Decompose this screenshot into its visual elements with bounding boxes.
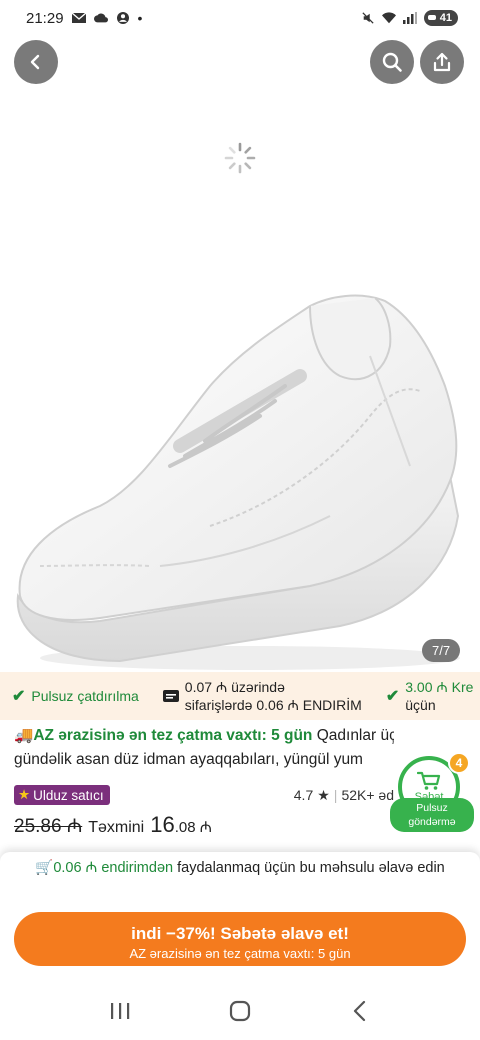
white-sneaker-image (16, 294, 460, 670)
product-title[interactable]: 🚚AZ ərazisinə ən tez çatma vaxtı: 5 gün … (14, 724, 394, 772)
current-price: 16.08 ₼ (150, 812, 212, 838)
recents-icon (111, 1003, 130, 1019)
status-right: 41 (361, 10, 458, 26)
home-button[interactable] (220, 991, 260, 1031)
discount-rest: faydalanmaq üçün bu məhsulu əlavə edin (173, 860, 445, 876)
seller-rating-row: ★ Ulduz satıcı 4.7 ★ | 52K+ əd (14, 784, 394, 806)
mail-icon (71, 12, 86, 23)
price-decimal: .08 ₼ (174, 819, 212, 836)
cart-icon (417, 771, 441, 790)
loading-spinner-icon (224, 142, 256, 174)
perk-credit-text: 3.00 ₼ Kre üçün (405, 678, 473, 714)
discount-amount: 0.06 ₼ endirimdən (53, 860, 174, 876)
account-icon (116, 12, 129, 24)
cloud-icon (93, 13, 108, 23)
ticket-icon (162, 690, 179, 702)
perk-discount-line2: sifarişlərdə 0.06 ₼ ENDIRİM (184, 697, 362, 713)
product-title-part1: Qadınlar üçün (316, 727, 394, 744)
chevron-left-icon (30, 54, 40, 70)
price-row: 25.86 ₼ Təxmini 16.08 ₼ (14, 812, 354, 842)
search-icon (382, 52, 402, 72)
delivery-truck-icon: 🚚 (14, 727, 34, 744)
share-icon (433, 52, 451, 72)
cart-plus-icon: 🛒 (35, 860, 54, 876)
signal-icon (402, 12, 417, 24)
rating-divider: | (333, 787, 338, 803)
recents-button[interactable] (100, 991, 140, 1031)
image-counter: 7/7 (422, 639, 461, 662)
estimated-label: Təxmini (88, 819, 145, 836)
discount-note: 🛒0.06 ₼ endirimdən faydalanmaq üçün bu m… (20, 858, 460, 879)
status-bar: 21:29 • 41 (0, 0, 480, 36)
product-title-line1: 🚚AZ ərazisinə ən tez çatma vaxtı: 5 gün … (14, 724, 394, 748)
add-to-cart-sub-label: AZ ərazisinə ən tez çatma vaxtı: 5 gün (129, 946, 351, 961)
add-to-cart-main-label: indi −37%! Səbətə əlavə et! (131, 924, 349, 943)
system-nav-bar (0, 982, 480, 1040)
perk-credit-line2: üçün (405, 697, 436, 713)
perks-strip[interactable]: ✔ Pulsuz çatdırılma 0.07 ₼ üzərində sifa… (0, 672, 480, 720)
back-button[interactable] (14, 40, 58, 84)
perk-credit-line1: 3.00 ₼ Kre (405, 679, 474, 695)
perk-free-delivery-label: Pulsuz çatdırılma (31, 688, 139, 704)
floating-cart-button[interactable]: Səbət 4 Pulsuz göndərmə (390, 752, 474, 832)
delivery-time-label: AZ ərazisinə ən tez çatma vaxtı: 5 gün (33, 727, 313, 744)
star-seller-label: Ulduz satıcı (33, 787, 104, 803)
price-integer: 16 (150, 812, 175, 837)
search-button[interactable] (370, 40, 414, 84)
free-shipping-line1: Pulsuz (416, 802, 448, 814)
perk-free-delivery[interactable]: ✔ Pulsuz çatdırılma (0, 672, 151, 720)
rating-summary[interactable]: 4.7 ★ | 52K+ əd (294, 787, 394, 804)
product-page: 21:29 • 41 7/7 ✔ Pulsuz çatdırılma 0.07 … (0, 0, 480, 1040)
battery-indicator: 41 (423, 10, 458, 26)
dot-icon: • (137, 10, 143, 26)
perk-discount-text: 0.07 ₼ üzərində sifarişlərdə 0.06 ₼ ENDI… (185, 678, 362, 714)
perk-discount-line1: 0.07 ₼ üzərində (184, 679, 285, 695)
check-icon: ✔ (385, 688, 400, 705)
star-icon: ★ (18, 787, 31, 802)
status-left: 21:29 • (26, 10, 142, 27)
cart-count-badge: 4 (448, 752, 470, 774)
mute-icon (362, 12, 374, 24)
home-icon (229, 1000, 251, 1022)
check-icon: ✔ (12, 688, 26, 705)
add-to-cart-panel: 🛒0.06 ₼ endirimdən faydalanmaq üçün bu m… (0, 852, 480, 982)
free-shipping-tag: Pulsuz göndərmə (390, 798, 474, 832)
add-to-cart-button[interactable]: indi −37%! Səbətə əlavə et! AZ ərazisinə… (14, 912, 466, 966)
sold-count: 52K+ əd (341, 787, 394, 803)
free-shipping-line2: göndərmə (408, 816, 456, 828)
perk-discount[interactable]: 0.07 ₼ üzərində sifarişlərdə 0.06 ₼ ENDI… (151, 672, 374, 720)
product-image-gallery[interactable]: 7/7 (0, 36, 480, 670)
back-icon (353, 1000, 366, 1022)
system-back-button[interactable] (340, 991, 380, 1031)
star-seller-badge[interactable]: ★ Ulduz satıcı (14, 785, 110, 805)
perk-credit[interactable]: ✔ 3.00 ₼ Kre üçün (374, 672, 480, 720)
old-price: 25.86 ₼ (14, 816, 83, 837)
share-button[interactable] (420, 40, 464, 84)
product-title-line2: gündəlik asan düz idman ayaqqabıları, yü… (14, 751, 363, 768)
status-time: 21:29 (26, 9, 64, 27)
wifi-icon (381, 12, 396, 24)
star-icon: ★ (317, 786, 330, 803)
rating-value: 4.7 (293, 787, 314, 803)
